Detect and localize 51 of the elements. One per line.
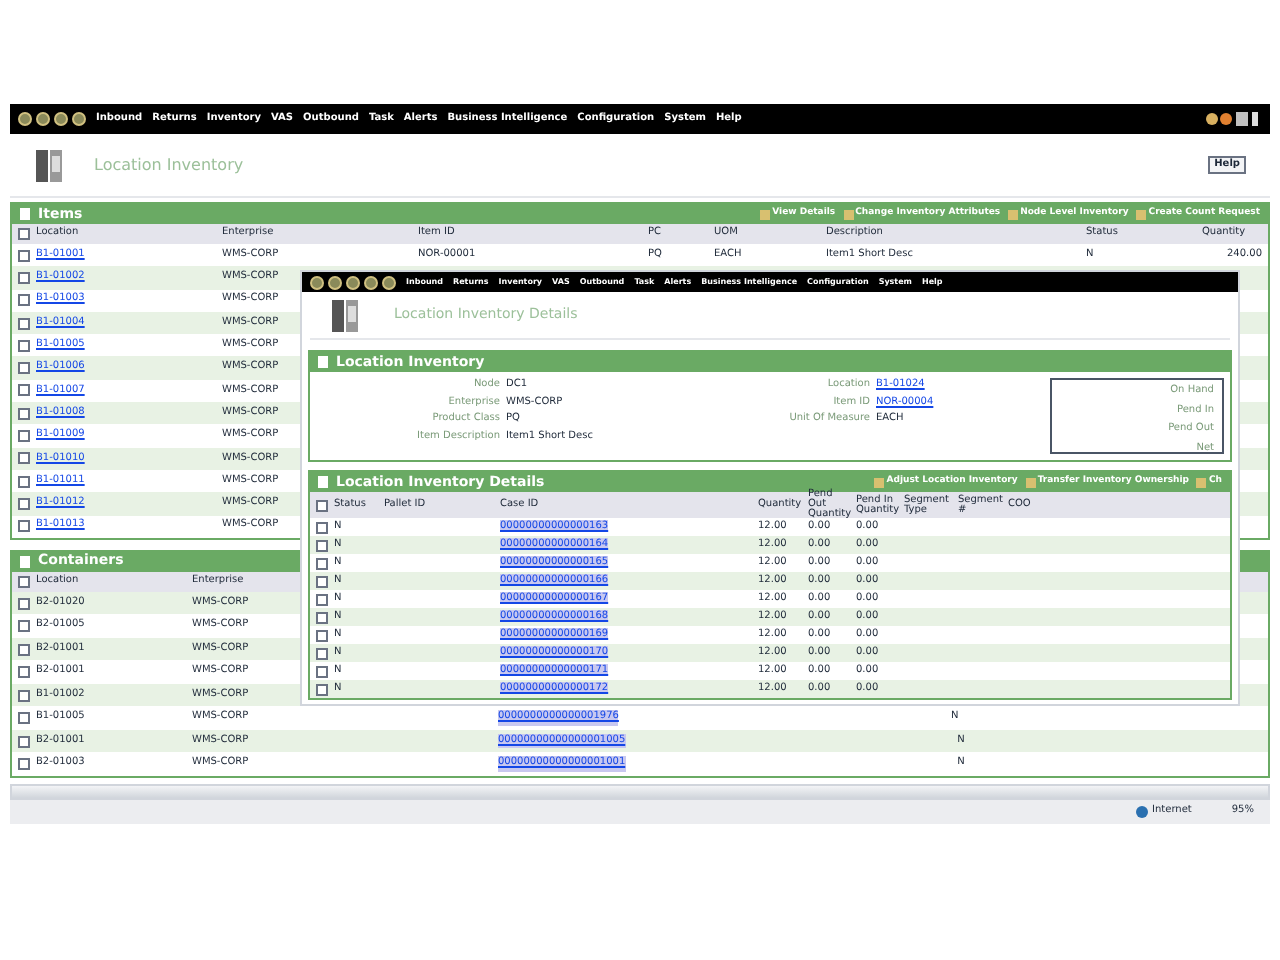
action-icon (1025, 477, 1036, 487)
checkbox[interactable] (18, 689, 30, 702)
action-icon (760, 209, 771, 219)
panel-icon (318, 356, 328, 368)
checkbox[interactable] (316, 647, 328, 659)
checkbox[interactable] (18, 271, 30, 284)
checkbox[interactable] (316, 557, 328, 569)
checkbox[interactable] (18, 249, 30, 262)
checkbox[interactable] (18, 597, 30, 610)
user-icons (1206, 110, 1262, 128)
checkbox[interactable] (18, 228, 30, 240)
action-icon (874, 477, 885, 487)
checkbox[interactable] (316, 665, 328, 677)
checkbox[interactable] (18, 362, 30, 375)
checkbox[interactable] (316, 629, 328, 641)
checkbox[interactable] (18, 497, 30, 510)
checkbox[interactable] (316, 499, 328, 511)
page-title: Location Inventory (94, 153, 244, 177)
checkbox[interactable] (18, 712, 30, 725)
checkbox[interactable] (316, 683, 328, 695)
checkbox[interactable] (316, 593, 328, 605)
checkbox[interactable] (18, 520, 30, 533)
action-icon (1136, 209, 1147, 219)
checkbox[interactable] (18, 317, 30, 330)
action-icon (1196, 477, 1207, 487)
checkbox[interactable] (18, 384, 30, 397)
checkbox[interactable] (18, 294, 30, 307)
checkbox[interactable] (18, 430, 30, 443)
checkbox[interactable] (18, 735, 30, 748)
horizontal-scrollbar[interactable] (10, 783, 1270, 800)
checkbox[interactable] (316, 575, 328, 587)
checkbox[interactable] (18, 407, 30, 420)
book-icon (330, 297, 362, 333)
action-icon (843, 209, 854, 219)
checkbox[interactable] (18, 666, 30, 679)
checkbox[interactable] (316, 611, 328, 623)
checkbox[interactable] (18, 643, 30, 656)
checkbox[interactable] (18, 475, 30, 488)
checkbox[interactable] (18, 620, 30, 633)
panel-icon (20, 208, 30, 220)
checkbox[interactable] (316, 521, 328, 533)
checkbox[interactable] (18, 758, 30, 771)
checkbox[interactable] (316, 539, 328, 551)
globe-icon (1136, 805, 1149, 818)
panel-icon (20, 555, 30, 568)
book-icon (34, 147, 66, 183)
checkbox[interactable] (18, 339, 30, 352)
action-icon (1008, 209, 1019, 219)
panel-icon (318, 476, 328, 488)
checkbox[interactable] (18, 575, 30, 588)
checkbox[interactable] (18, 452, 30, 465)
